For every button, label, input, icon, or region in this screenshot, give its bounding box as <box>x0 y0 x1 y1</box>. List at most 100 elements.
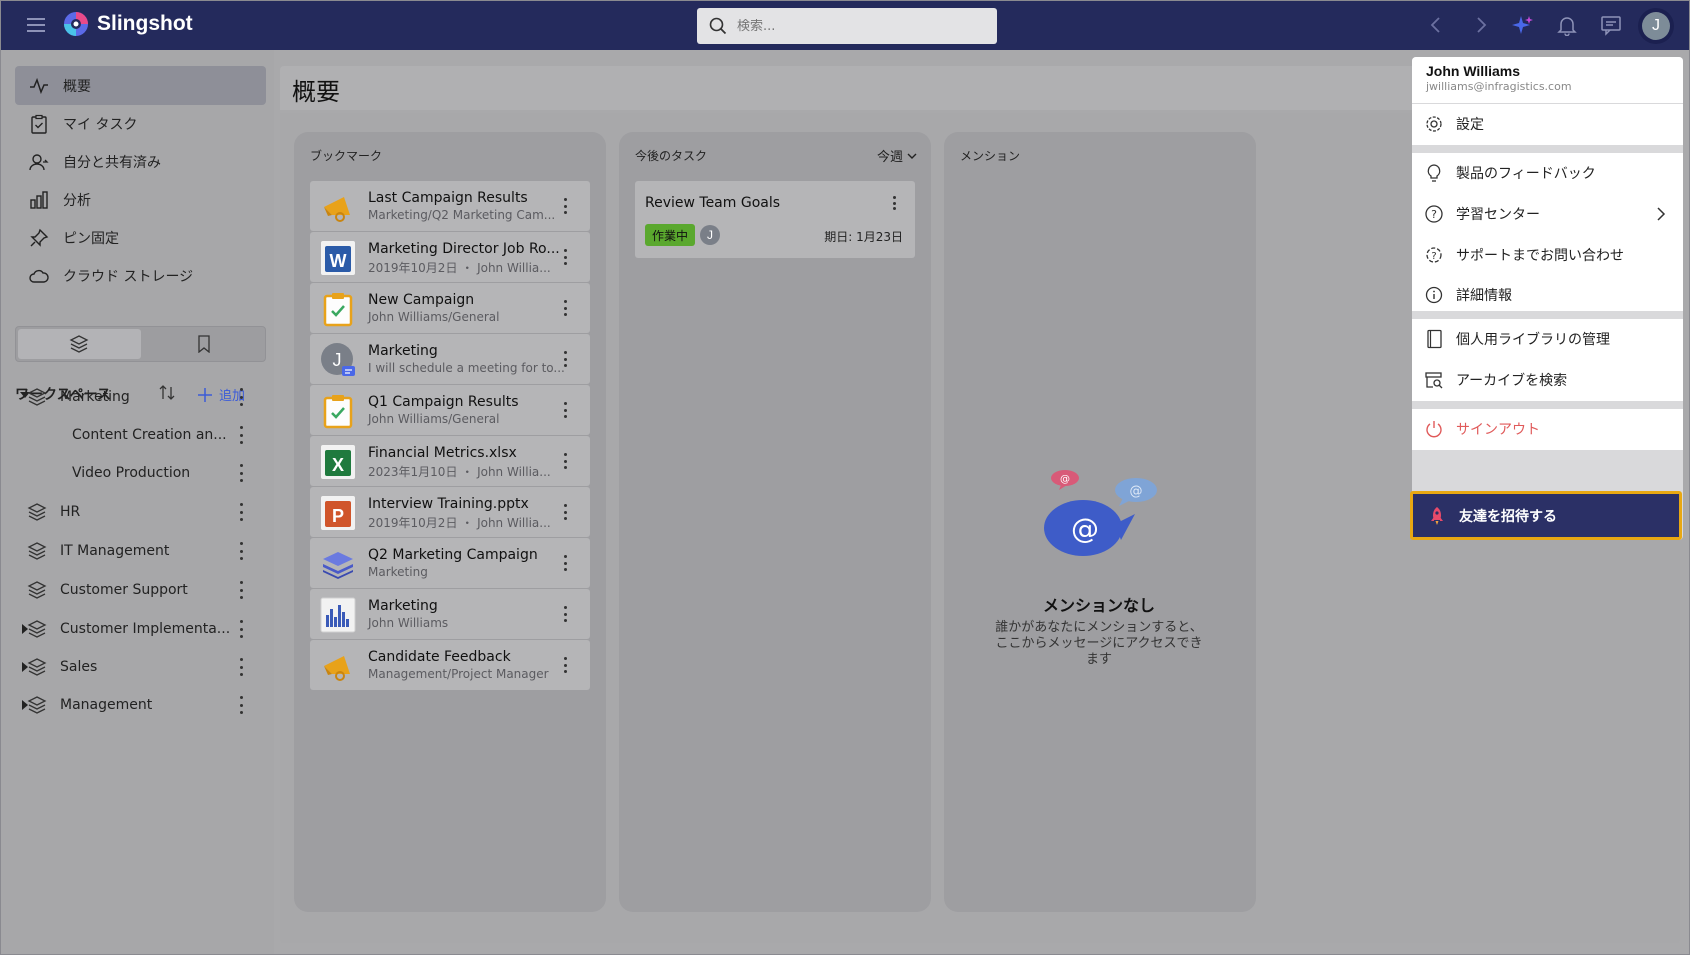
menu-item-feedback[interactable]: 製品のフィードバック <box>1412 153 1683 193</box>
cloud-icon <box>29 269 49 283</box>
workspace-item[interactable]: HR <box>15 494 266 530</box>
workspace-item[interactable]: Management <box>15 687 266 723</box>
more-options-icon[interactable] <box>564 555 568 571</box>
bookmark-item[interactable]: J Marketing I will schedule a meeting for … <box>310 334 590 384</box>
bookmarks-card: ブックマーク Last Campaign Results Marketing/Q2… <box>294 132 606 912</box>
bookmark-item[interactable]: Q1 Campaign Results John Williams/General <box>310 385 590 435</box>
nav-item-overview[interactable]: 概要 <box>15 66 266 105</box>
more-options-icon[interactable] <box>240 388 244 406</box>
sidebar-view-toggle <box>15 326 266 362</box>
nav-item-cloud-storage[interactable]: クラウド ストレージ <box>15 256 266 295</box>
more-options-icon[interactable] <box>564 504 568 520</box>
more-options-icon[interactable] <box>564 606 568 622</box>
bookmark-item[interactable]: Last Campaign Results Marketing/Q2 Market… <box>310 181 590 231</box>
notification-bell-icon[interactable] <box>1556 14 1578 36</box>
more-options-icon[interactable] <box>240 620 244 638</box>
power-icon <box>1426 421 1442 438</box>
workspace-item[interactable]: Marketing <box>15 379 266 415</box>
task-title: Review Team Goals <box>645 195 781 211</box>
bookmark-title: Candidate Feedback <box>368 649 511 665</box>
workspace-layers-icon <box>27 619 47 639</box>
mentions-card: メンション @ @ @ メンションなし 誰かがあなたにメンションすると、ここから… <box>944 132 1256 912</box>
hamburger-menu-icon[interactable] <box>27 16 47 34</box>
menu-item-label: 学習センター <box>1456 207 1540 223</box>
more-options-icon[interactable] <box>564 300 568 316</box>
avatar-initial: J <box>1642 12 1670 40</box>
svg-text:@: @ <box>1071 512 1099 545</box>
more-options-icon[interactable] <box>564 249 568 265</box>
app-name: Slingshot <box>97 12 193 35</box>
workspace-label: HR <box>60 504 81 520</box>
workspaces-tab[interactable] <box>18 329 141 359</box>
bookmark-title: Q1 Campaign Results <box>368 394 519 410</box>
workspace-item[interactable]: Customer Support <box>15 572 266 608</box>
bookmark-title: Financial Metrics.xlsx <box>368 445 517 461</box>
user-avatar-button[interactable]: J <box>1638 8 1674 44</box>
more-options-icon[interactable] <box>240 503 244 521</box>
more-options-icon[interactable] <box>564 351 568 367</box>
task-more-icon[interactable] <box>893 196 897 210</box>
more-options-icon[interactable] <box>240 542 244 560</box>
search-icon <box>709 17 727 35</box>
workspace-layers-icon <box>27 387 47 407</box>
nav-item-my-tasks[interactable]: マイ タスク <box>15 104 266 143</box>
more-options-icon[interactable] <box>240 658 244 676</box>
nav-label: クラウド ストレージ <box>63 268 194 285</box>
workspace-item[interactable]: Video Production <box>15 455 266 491</box>
bookmark-icon <box>198 335 210 353</box>
search-box[interactable] <box>697 8 997 44</box>
ai-sparkle-icon[interactable] <box>1511 14 1533 36</box>
workspace-item[interactable]: Customer Implementa... <box>15 611 266 647</box>
dashboard-chart-icon <box>320 597 356 633</box>
menu-item-settings[interactable]: 設定 <box>1412 104 1683 144</box>
forward-arrow-icon[interactable] <box>1470 14 1492 36</box>
bar-chart-icon <box>30 190 48 209</box>
search-input[interactable] <box>737 18 957 34</box>
more-options-icon[interactable] <box>240 696 244 714</box>
week-filter-dropdown[interactable]: 今週 <box>877 146 917 165</box>
more-options-icon[interactable] <box>240 581 244 599</box>
svg-text:?: ? <box>1431 251 1436 262</box>
mentions-empty-text: 誰かがあなたにメンションすると、ここからメッセージにアクセスできます <box>995 620 1203 667</box>
workspace-item[interactable]: Content Creation an... <box>15 417 266 453</box>
menu-item-learning-center[interactable]: ? 学習センター <box>1412 194 1683 234</box>
chat-avatar-icon: J <box>320 342 356 378</box>
workspace-item[interactable]: Sales <box>15 649 266 685</box>
invite-friends-button[interactable]: 友達を招待する <box>1410 491 1682 540</box>
more-options-icon[interactable] <box>240 464 244 482</box>
menu-item-search-archive[interactable]: アーカイブを検索 <box>1412 360 1683 400</box>
menu-item-about[interactable]: 詳細情報 <box>1412 275 1683 315</box>
messages-icon[interactable] <box>1600 14 1622 36</box>
svg-text:X: X <box>332 455 344 475</box>
svg-text:@: @ <box>1060 474 1070 485</box>
more-options-icon[interactable] <box>240 426 244 444</box>
menu-item-sign-out[interactable]: サインアウト <box>1412 409 1683 449</box>
workspace-label: Management <box>60 697 153 713</box>
bookmarks-tab[interactable] <box>143 327 266 361</box>
bookmark-item[interactable]: W Marketing Director Job Ro... 2019年10月2日 … <box>310 232 590 282</box>
bookmark-item[interactable]: Marketing John Williams <box>310 589 590 639</box>
nav-item-pinned[interactable]: ピン固定 <box>15 218 266 257</box>
menu-item-personal-library[interactable]: 個人用ライブラリの管理 <box>1412 319 1683 359</box>
back-arrow-icon[interactable] <box>1425 14 1447 36</box>
bookmark-item[interactable]: Candidate Feedback Management/Project Man… <box>310 640 590 690</box>
workspace-label: Marketing <box>60 389 130 405</box>
more-options-icon[interactable] <box>564 657 568 673</box>
task-card[interactable]: Review Team Goals 作業中 J 期日: 1月23日 <box>635 181 915 258</box>
svg-text:@: @ <box>1130 484 1143 499</box>
nav-item-analytics[interactable]: 分析 <box>15 180 266 219</box>
more-options-icon[interactable] <box>564 198 568 214</box>
workspace-item[interactable]: IT Management <box>15 533 266 569</box>
task-board-icon <box>320 291 356 327</box>
bookmark-item[interactable]: P Interview Training.pptx 2019年10月2日 ・ Joh… <box>310 487 590 537</box>
bookmark-item[interactable]: X Financial Metrics.xlsx 2023年1月10日 ・ John… <box>310 436 590 486</box>
bookmark-title: Interview Training.pptx <box>368 496 529 512</box>
bookmark-item[interactable]: Q2 Marketing Campaign Marketing <box>310 538 590 588</box>
menu-settings-section: 設定 <box>1412 104 1683 145</box>
menu-item-contact-support[interactable]: ? サポートまでお問い合わせ <box>1412 235 1683 275</box>
more-options-icon[interactable] <box>564 453 568 469</box>
more-options-icon[interactable] <box>564 402 568 418</box>
bookmark-item[interactable]: New Campaign John Williams/General <box>310 283 590 333</box>
nav-item-shared-with-me[interactable]: 自分と共有済み <box>15 142 266 181</box>
app-logo[interactable]: Slingshot <box>63 11 193 37</box>
